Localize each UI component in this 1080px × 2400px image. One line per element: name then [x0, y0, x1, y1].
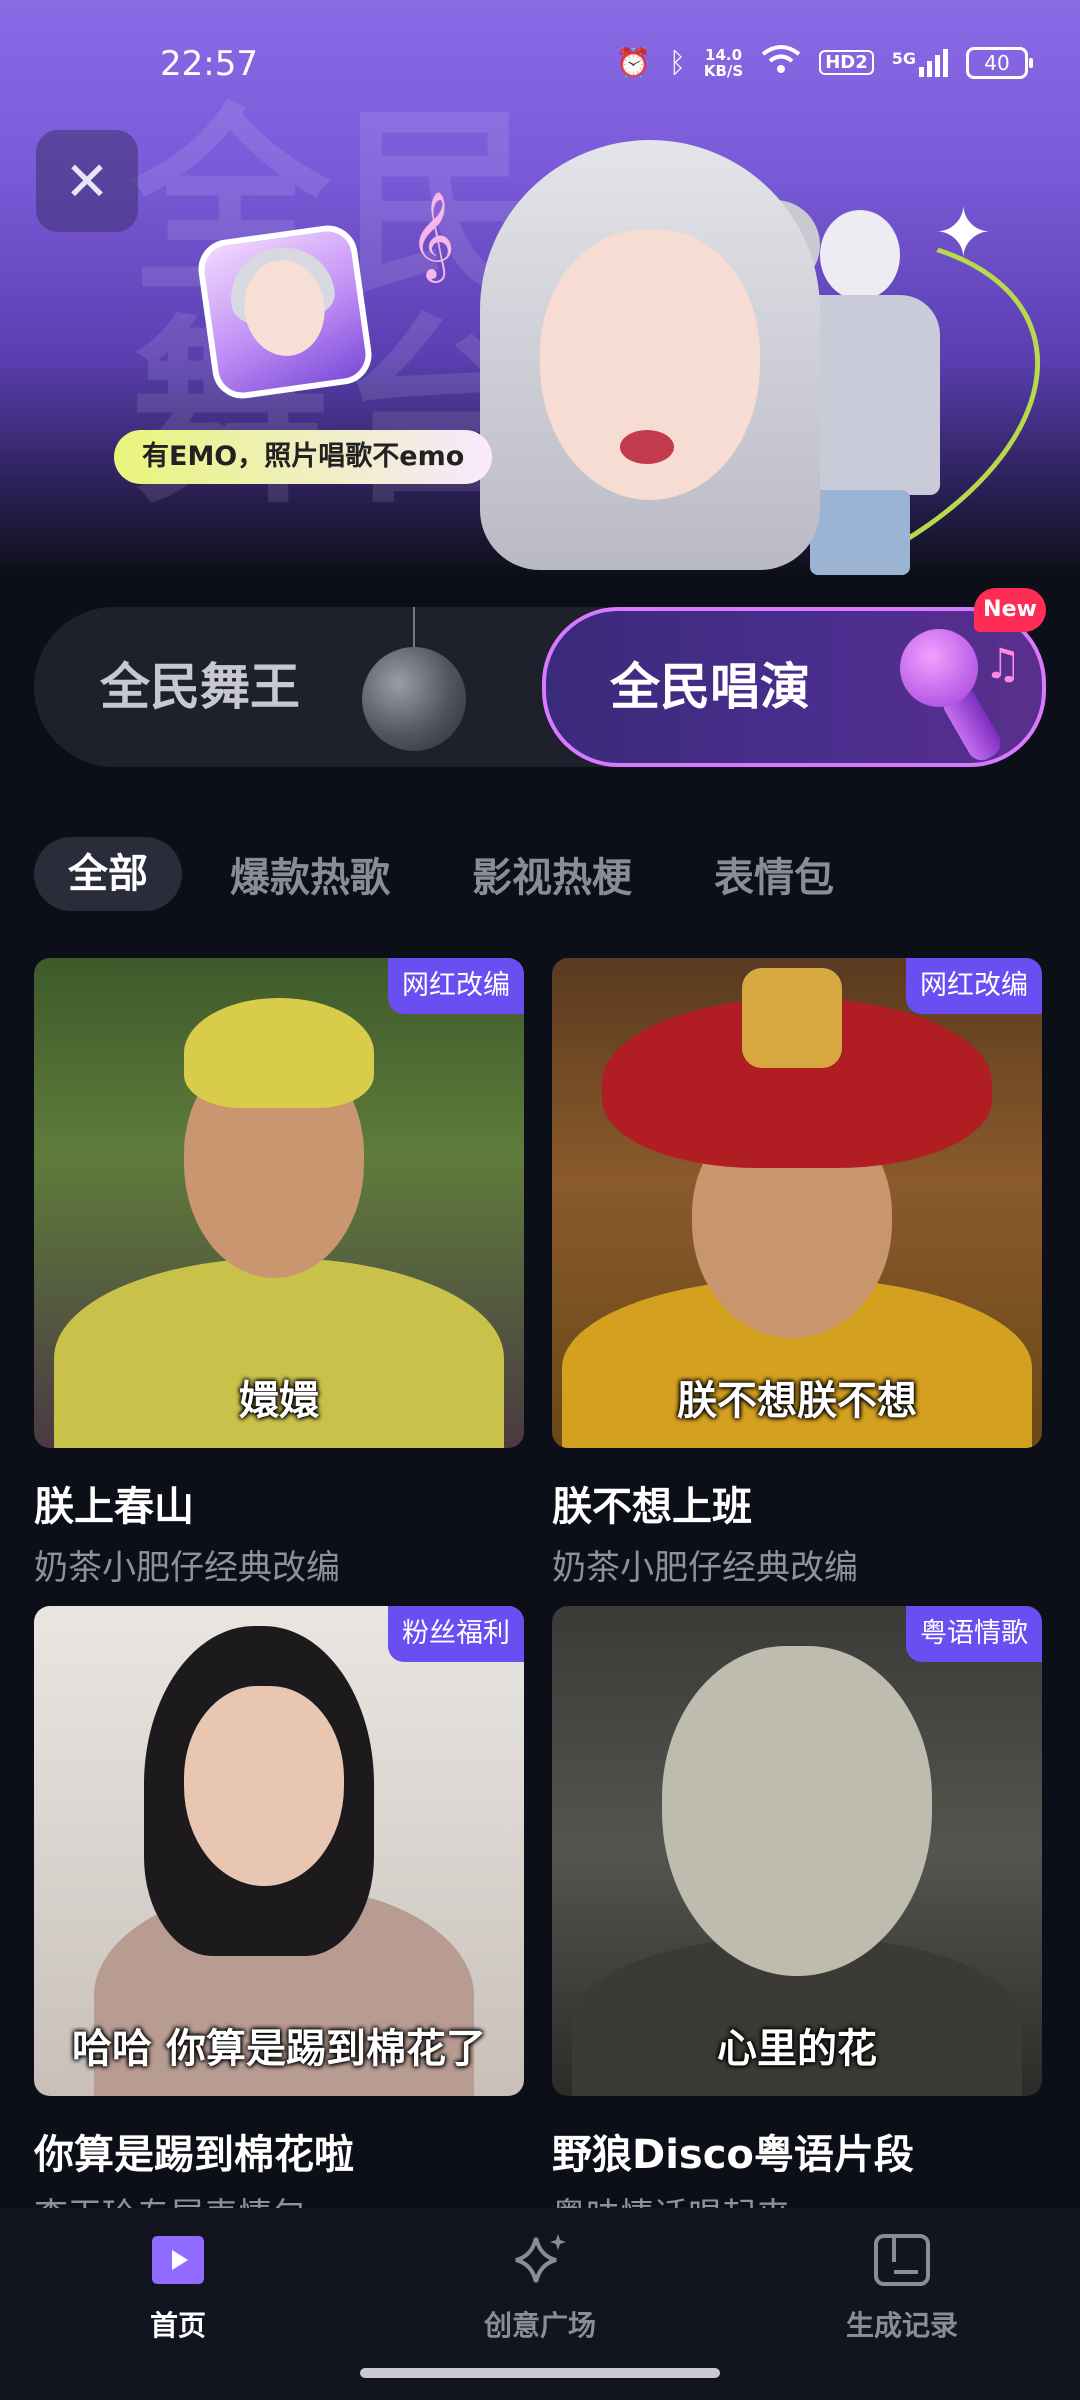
close-icon: ✕: [64, 149, 110, 213]
nav-creative-square-label: 创意广场: [483, 2309, 596, 2342]
thumb-figure-hat-ornament: [742, 968, 842, 1068]
record-icon: [782, 2230, 1022, 2290]
card-title: 野狼Disco粤语片段: [552, 2132, 914, 2178]
thumb-figure-head: [662, 1646, 932, 1976]
nav-home[interactable]: 首页: [58, 2230, 298, 2344]
card-tag: 粤语情歌: [906, 1606, 1042, 1662]
status-icons: ⏰ ᛒ 14.0 KB/S HD2 5G 40: [616, 44, 1033, 81]
card-caption: 嬛嬛: [239, 1378, 319, 1424]
mode-dance-king-button[interactable]: 全民舞王: [100, 607, 300, 767]
bluetooth-icon: ᛒ: [669, 46, 686, 79]
card-caption: 哈哈 你算是踢到棉花了: [72, 2026, 486, 2072]
signal-icon: 5G: [891, 48, 948, 77]
card-thumbnail[interactable]: 网红改编 朕不想朕不想: [552, 958, 1042, 1448]
card-caption: 心里的花: [717, 2026, 877, 2072]
card-tag: 粉丝福利: [388, 1606, 524, 1662]
microphone-icon: ♫: [884, 629, 1034, 766]
nav-creative-square[interactable]: 创意广场: [420, 2230, 660, 2344]
nav-generation-history-label: 生成记录: [845, 2309, 958, 2342]
card-thumbnail[interactable]: 网红改编 嬛嬛: [34, 958, 524, 1448]
mode-singing-button[interactable]: 全民唱演 ♫: [542, 607, 1046, 767]
status-time: 22:57: [160, 44, 258, 84]
disco-string: [413, 607, 415, 647]
hero-banner[interactable]: 全民舞台 𝄞 ✦ 有EMO，照片唱歌不emo: [0, 0, 1080, 575]
banner-singer-figure: [480, 140, 820, 575]
nav-generation-history[interactable]: 生成记录: [782, 2230, 1022, 2344]
category-tabs: 全部 爆款热歌 影视热梗 表情包: [34, 837, 916, 911]
tab-all[interactable]: 全部: [34, 837, 182, 911]
alarm-icon: ⏰: [616, 46, 652, 79]
network-speed: 14.0 KB/S: [704, 47, 743, 79]
home-indicator[interactable]: [360, 2368, 720, 2378]
card-title: 你算是踢到棉花啦: [34, 2132, 354, 2178]
network-speed-unit: KB/S: [703, 61, 744, 80]
mode-switch: 全民舞王 全民唱演 ♫: [34, 607, 1046, 767]
card-title: 朕不想上班: [552, 1484, 752, 1530]
card-tag: 网红改编: [906, 958, 1042, 1014]
close-button[interactable]: ✕: [36, 130, 138, 232]
template-card[interactable]: 网红改编 朕不想朕不想 朕不想上班 奶茶小肥仔经典改编: [552, 958, 1042, 1589]
play-icon: [58, 2230, 298, 2290]
tab-stickers[interactable]: 表情包: [714, 845, 834, 903]
card-title: 朕上春山: [34, 1484, 194, 1530]
nav-home-label: 首页: [149, 2309, 206, 2342]
tab-hot-songs[interactable]: 爆款热歌: [230, 845, 390, 903]
card-subtitle: 奶茶小肥仔经典改编: [552, 1548, 858, 1588]
hd-icon: HD2: [819, 50, 874, 75]
card-thumbnail[interactable]: 粤语情歌 心里的花: [552, 1606, 1042, 2096]
music-note-icon: 𝄞: [410, 190, 455, 279]
card-tag: 网红改编: [388, 958, 524, 1014]
card-subtitle: 奶茶小肥仔经典改编: [34, 1548, 340, 1588]
card-thumbnail[interactable]: 粉丝福利 哈哈 你算是踢到棉花了: [34, 1606, 524, 2096]
banner-avatar-card: [194, 221, 376, 403]
template-card[interactable]: 粉丝福利 哈哈 你算是踢到棉花了 你算是踢到棉花啦 李玉玲专属表情包: [34, 1606, 524, 2237]
sparkle-icon: [420, 2230, 660, 2290]
template-card[interactable]: 粤语情歌 心里的花 野狼Disco粤语片段 粤味情话唱起来: [552, 1606, 1042, 2237]
battery-icon: 40: [966, 46, 1033, 79]
tab-movie-memes[interactable]: 影视热梗: [472, 845, 632, 903]
thumb-figure-hat: [184, 998, 374, 1108]
signal-label: 5G: [891, 48, 916, 68]
new-badge: New: [974, 588, 1046, 632]
disco-ball-icon: [362, 647, 466, 751]
template-card[interactable]: 网红改编 嬛嬛 朕上春山 奶茶小肥仔经典改编: [34, 958, 524, 1589]
thumb-figure-head: [184, 1686, 344, 1886]
banner-slogan: 有EMO，照片唱歌不emo: [114, 430, 493, 484]
wifi-icon: [761, 44, 801, 81]
mode-singing-label: 全民唱演: [610, 658, 810, 716]
sparkle-icon: ✦: [934, 192, 993, 274]
card-caption: 朕不想朕不想: [677, 1378, 917, 1424]
